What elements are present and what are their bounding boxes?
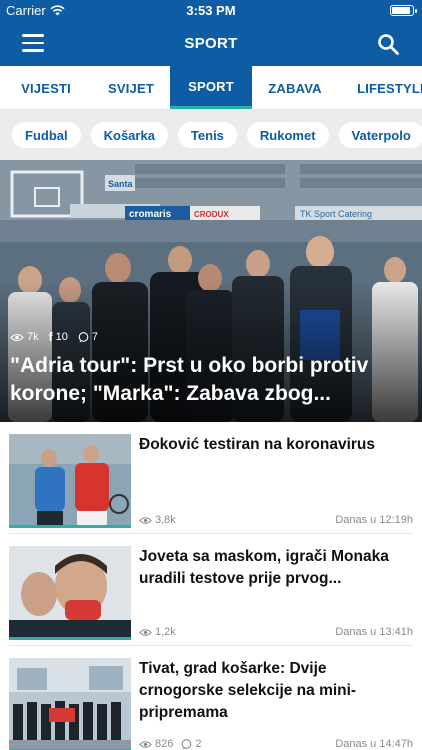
list-item[interactable]: Đoković testiran na koronavirus 3,8k Dan… [9, 422, 413, 534]
chip-vaterpolo[interactable]: Vaterpolo [338, 122, 422, 148]
eye-icon [10, 333, 24, 341]
eye-icon [139, 628, 152, 636]
sign-catering: TK Sport Catering [300, 209, 372, 219]
article-thumbnail [9, 434, 131, 528]
article-views: 826 [139, 738, 173, 750]
hero-views-count: 7k [27, 331, 39, 343]
article-thumbnail [9, 546, 131, 640]
eye-icon [139, 516, 152, 524]
article-views-count: 3,8k [155, 514, 176, 526]
hero-likes: f 10 [49, 330, 68, 344]
eye-icon [139, 740, 152, 748]
article-views: 3,8k [139, 514, 176, 526]
comment-icon [78, 331, 89, 342]
battery-icon [390, 5, 417, 16]
hero-comments: 7 [78, 331, 98, 343]
article-date: Danas u 13:41h [335, 626, 413, 638]
sign-cromaris: cromaris [129, 209, 172, 220]
hero-views: 7k [10, 331, 39, 343]
tab-sport[interactable]: SPORT [170, 66, 252, 109]
list-item[interactable]: Tivat, grad košarke: Dvije crnogorske se… [9, 646, 413, 750]
subcategory-bar: Fudbal Košarka Tenis Rukomet Vaterpolo [0, 110, 422, 160]
article-views-count: 1,2k [155, 626, 176, 638]
hero-stats: 7k f 10 7 [10, 330, 98, 344]
chip-tenis[interactable]: Tenis [177, 122, 237, 148]
tab-lifestyle[interactable]: LIFESTYLE [338, 66, 422, 109]
clock: 3:53 PM [186, 3, 236, 18]
hero-likes-count: 10 [55, 331, 68, 343]
article-title: Đoković testiran na koronavirus [139, 436, 376, 453]
hero-comments-count: 7 [91, 331, 98, 343]
article-meta: 3,8k Danas u 12:19h [139, 514, 413, 526]
list-item[interactable]: Joveta sa maskom, igrači Monaka uradili … [9, 534, 413, 646]
tab-svijet[interactable]: SVIJET [92, 66, 170, 109]
sign-crodux: CRODUX [194, 210, 229, 219]
article-views: 1,2k [139, 626, 176, 638]
sign-santa: Santa [108, 179, 134, 189]
article-thumbnail [9, 658, 131, 750]
article-list: Đoković testiran na koronavirus 3,8k Dan… [0, 422, 422, 750]
chip-rukomet[interactable]: Rukomet [246, 122, 329, 148]
chip-fudbal[interactable]: Fudbal [12, 122, 81, 148]
article-meta: 826 2 Danas u 14:47h [139, 738, 413, 750]
status-bar: Carrier 3:53 PM [0, 0, 422, 22]
search-icon[interactable] [376, 32, 400, 56]
category-tabs: VIJESTI SVIJET SPORT ZABAVA LIFESTYLE [0, 66, 422, 110]
comment-icon [182, 738, 192, 749]
facebook-icon: f [48, 330, 53, 344]
tab-vijesti[interactable]: VIJESTI [0, 66, 92, 109]
article-title: Joveta sa maskom, igrači Monaka uradili … [139, 548, 389, 587]
tab-zabava[interactable]: ZABAVA [252, 66, 338, 109]
article-comments-count: 2 [195, 738, 202, 750]
article-meta: 1,2k Danas u 13:41h [139, 626, 413, 638]
article-comments: 2 [181, 738, 201, 750]
chip-kosarka[interactable]: Košarka [90, 122, 168, 148]
article-date: Danas u 12:19h [335, 514, 413, 526]
article-title: Tivat, grad košarke: Dvije crnogorske se… [139, 660, 357, 721]
hero-headline[interactable]: "Adria tour": Prst u oko borbi protiv ko… [10, 352, 414, 408]
article-date: Danas u 14:47h [335, 738, 413, 750]
nav-bar: SPORT [0, 22, 422, 66]
hero-article[interactable]: Santa cromaris CRODUX TK Sport Catering … [0, 160, 422, 422]
page-title: SPORT [184, 35, 238, 52]
article-views-count: 826 [155, 738, 174, 750]
